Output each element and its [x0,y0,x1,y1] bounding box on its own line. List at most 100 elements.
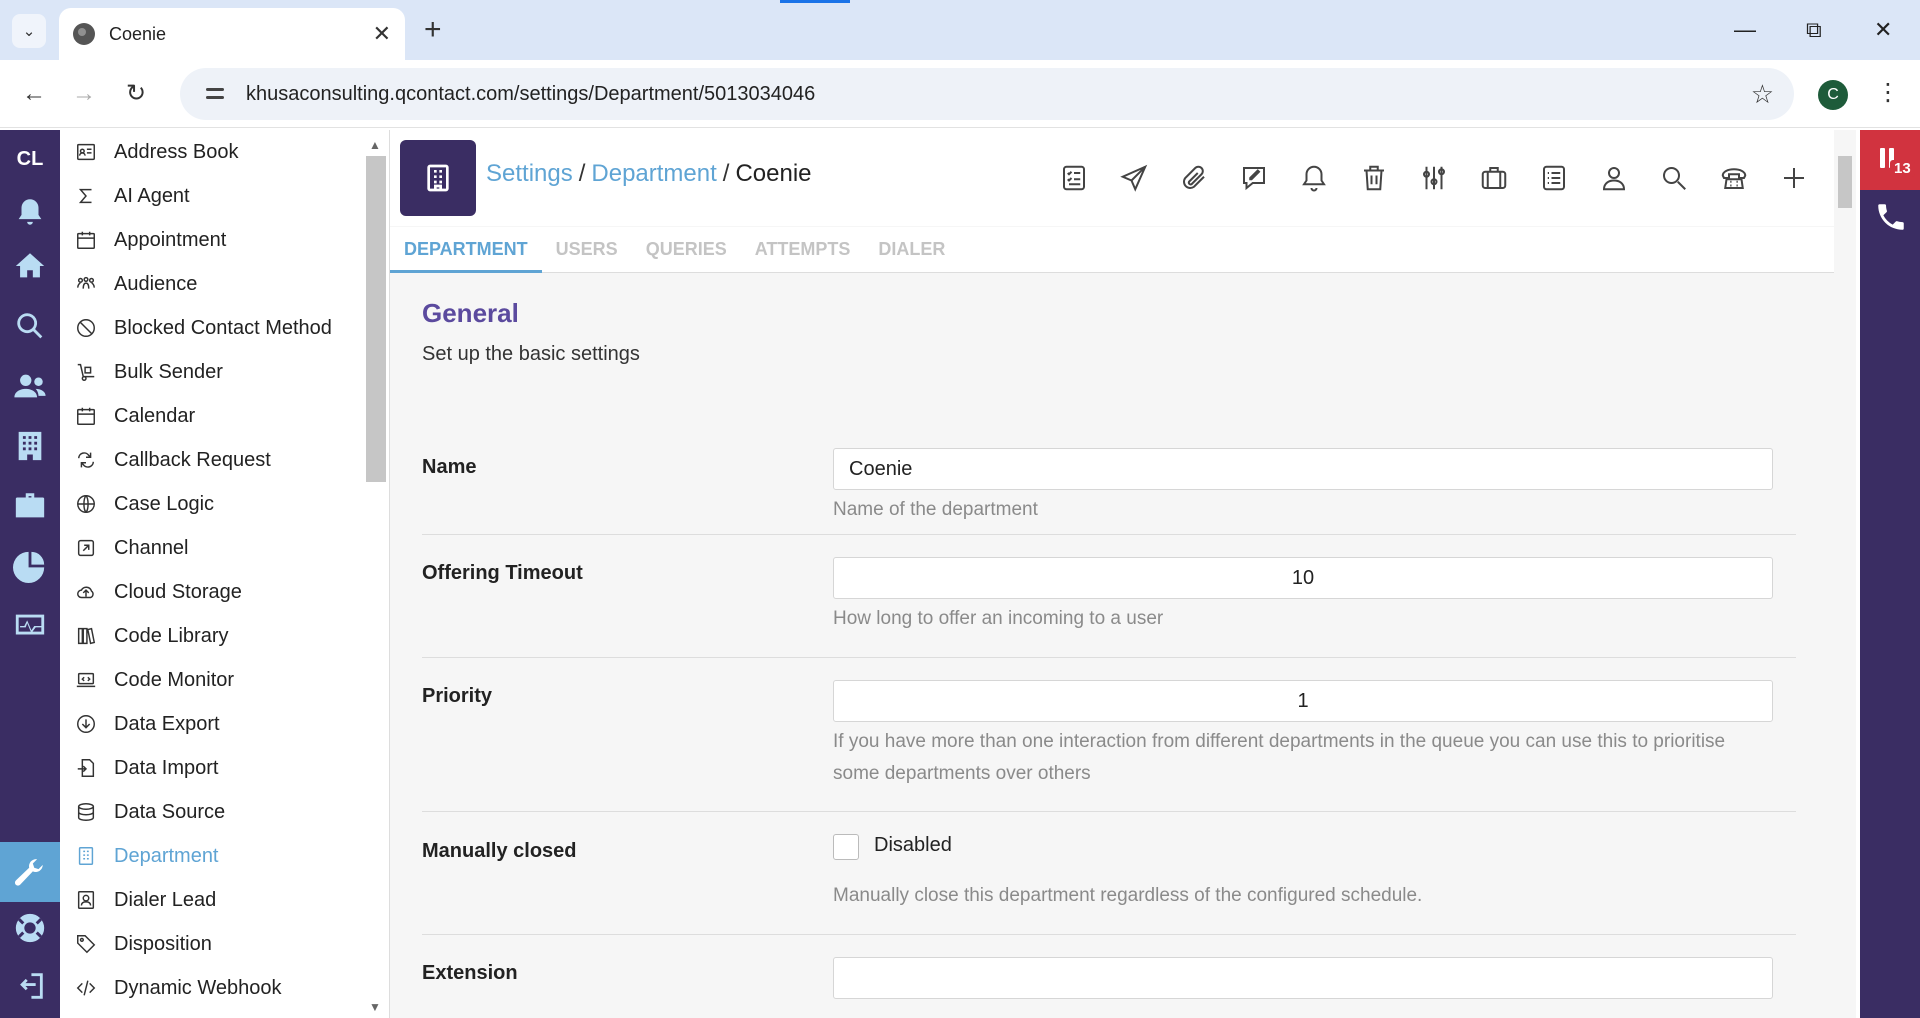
bookmark-star-icon[interactable]: ☆ [1751,79,1774,110]
logout-icon[interactable] [10,966,50,1006]
browser-tab[interactable]: Coenie ✕ [59,8,405,60]
repeat-icon [74,448,98,472]
sidebar-item-channel[interactable]: Channel [60,526,389,570]
reload-button[interactable]: ↻ [126,76,146,112]
contact-card-icon [74,888,98,912]
plus-icon[interactable] [1770,154,1818,202]
profile-avatar[interactable]: C [1818,80,1848,110]
sidebar-item-code-library[interactable]: Code Library [60,614,389,658]
sidebar-item-cloud-storage[interactable]: Cloud Storage [60,570,389,614]
sidebar-scrollbar[interactable]: ▲ ▼ [366,138,386,1018]
globe-icon [74,492,98,516]
bell-icon[interactable] [1290,154,1338,202]
sidebar-item-calendar[interactable]: Calendar [60,394,389,438]
phone-icon[interactable] [1710,154,1758,202]
sidebar-item-label: Code Library [114,624,229,647]
breadcrumb-settings-link[interactable]: Settings [486,160,573,187]
tab-department[interactable]: DEPARTMENT [390,227,542,273]
task-list-icon[interactable] [1050,154,1098,202]
briefcase-icon[interactable] [1470,154,1518,202]
restore-button[interactable]: ⧉ [1806,12,1822,48]
monitor-icon[interactable] [10,606,50,646]
sidebar-item-dialer-lead[interactable]: Dialer Lead [60,878,389,922]
search-icon[interactable] [1650,154,1698,202]
sidebar-item-address-book[interactable]: Address Book [60,130,389,174]
new-tab-button[interactable]: + [424,12,442,48]
name-input[interactable]: Coenie [833,448,1773,490]
users-icon[interactable] [10,366,50,406]
database-icon [74,800,98,824]
search-icon[interactable] [10,306,50,346]
tab-queries[interactable]: QUERIES [632,227,741,273]
user-icon[interactable] [1590,154,1638,202]
tab-users[interactable]: USERS [542,227,632,273]
sidebar-item-case-logic[interactable]: Case Logic [60,482,389,526]
offering-timeout-input[interactable]: 10 [833,557,1773,599]
bell-icon[interactable] [10,192,50,232]
extension-input[interactable] [833,957,1773,999]
sidebar-scroll-thumb[interactable] [366,156,386,482]
settings-sidebar: Address Book AI Agent Appointment Audience B… [60,130,390,1018]
sidebar-item-blocked-contact-method[interactable]: Blocked Contact Method [60,306,389,350]
pie-chart-icon[interactable] [10,546,50,586]
close-tab-icon[interactable]: ✕ [373,21,391,47]
app-logo[interactable]: CL [0,148,60,171]
manually-closed-checkbox[interactable] [833,834,859,860]
home-icon[interactable] [10,246,50,286]
sidebar-item-department[interactable]: Department [60,834,389,878]
main-scrollbar[interactable] [1834,130,1856,1018]
tab-attempts[interactable]: ATTEMPTS [741,227,865,273]
address-bar[interactable]: khusaconsulting.qcontact.com/settings/De… [180,68,1794,120]
sidebar-item-label: Data Source [114,800,226,823]
building-icon[interactable] [10,426,50,466]
site-info-icon[interactable] [204,84,228,104]
manually-closed-status[interactable]: Disabled [874,834,952,857]
sidebar-item-appointment[interactable]: Appointment [60,218,389,262]
sidebar-item-code-monitor[interactable]: Code Monitor [60,658,389,702]
url-text[interactable]: khusaconsulting.qcontact.com/settings/De… [246,83,1751,106]
scroll-up-arrow[interactable]: ▲ [369,138,381,152]
breadcrumb-department-link[interactable]: Department [591,160,716,187]
phone-icon[interactable] [1874,200,1908,234]
sidebar-item-audience[interactable]: Audience [60,262,389,306]
minimize-button[interactable]: — [1734,12,1756,48]
building-icon [74,844,98,868]
briefcase-icon[interactable] [10,486,50,526]
sidebar-item-callback-request[interactable]: Callback Request [60,438,389,482]
sidebar-item-data-source[interactable]: Data Source [60,790,389,834]
tab-search-button[interactable]: ⌄ [12,14,46,48]
breadcrumb-separator: / [722,160,730,187]
trash-icon[interactable] [1350,154,1398,202]
name-field-group: Name Coenie Name of the department [422,384,1796,534]
back-button[interactable]: ← [22,76,46,112]
close-window-button[interactable]: ✕ [1874,12,1892,48]
paperclip-icon[interactable] [1170,154,1218,202]
section-subtitle: Set up the basic settings [422,343,640,365]
extension-label: Extension [422,962,518,984]
sidebar-item-data-import[interactable]: Data Import [60,746,389,790]
sidebar-item-dynamic-webhook[interactable]: Dynamic Webhook [60,966,389,1010]
page-header: Settings / Department / Coenie [390,130,1834,226]
wrench-icon[interactable] [10,852,50,892]
sidebar-item-ai-agent[interactable]: AI Agent [60,174,389,218]
cloud-upload-icon [74,580,98,604]
code-icon [74,976,98,1000]
sidebar-item-data-export[interactable]: Data Export [60,702,389,746]
lifebuoy-icon[interactable] [10,908,50,948]
scroll-down-arrow[interactable]: ▼ [369,1000,381,1014]
manually-closed-help: Manually close this department regardles… [833,885,1423,906]
browser-menu-icon[interactable]: ⋮ [1876,78,1900,108]
main-scroll-thumb[interactable] [1838,156,1852,208]
priority-input[interactable]: 1 [833,680,1773,722]
sliders-icon[interactable] [1410,154,1458,202]
globe-icon [73,23,95,45]
note-icon[interactable] [1230,154,1278,202]
send-icon[interactable] [1110,154,1158,202]
list-icon[interactable] [1530,154,1578,202]
sidebar-item-bulk-sender[interactable]: Bulk Sender [60,350,389,394]
pause-status-button[interactable]: 13 [1860,130,1920,190]
forward-button[interactable]: → [72,76,96,112]
sidebar-item-disposition[interactable]: Disposition [60,922,389,966]
download-icon [74,712,98,736]
tab-dialer[interactable]: DIALER [864,227,959,273]
